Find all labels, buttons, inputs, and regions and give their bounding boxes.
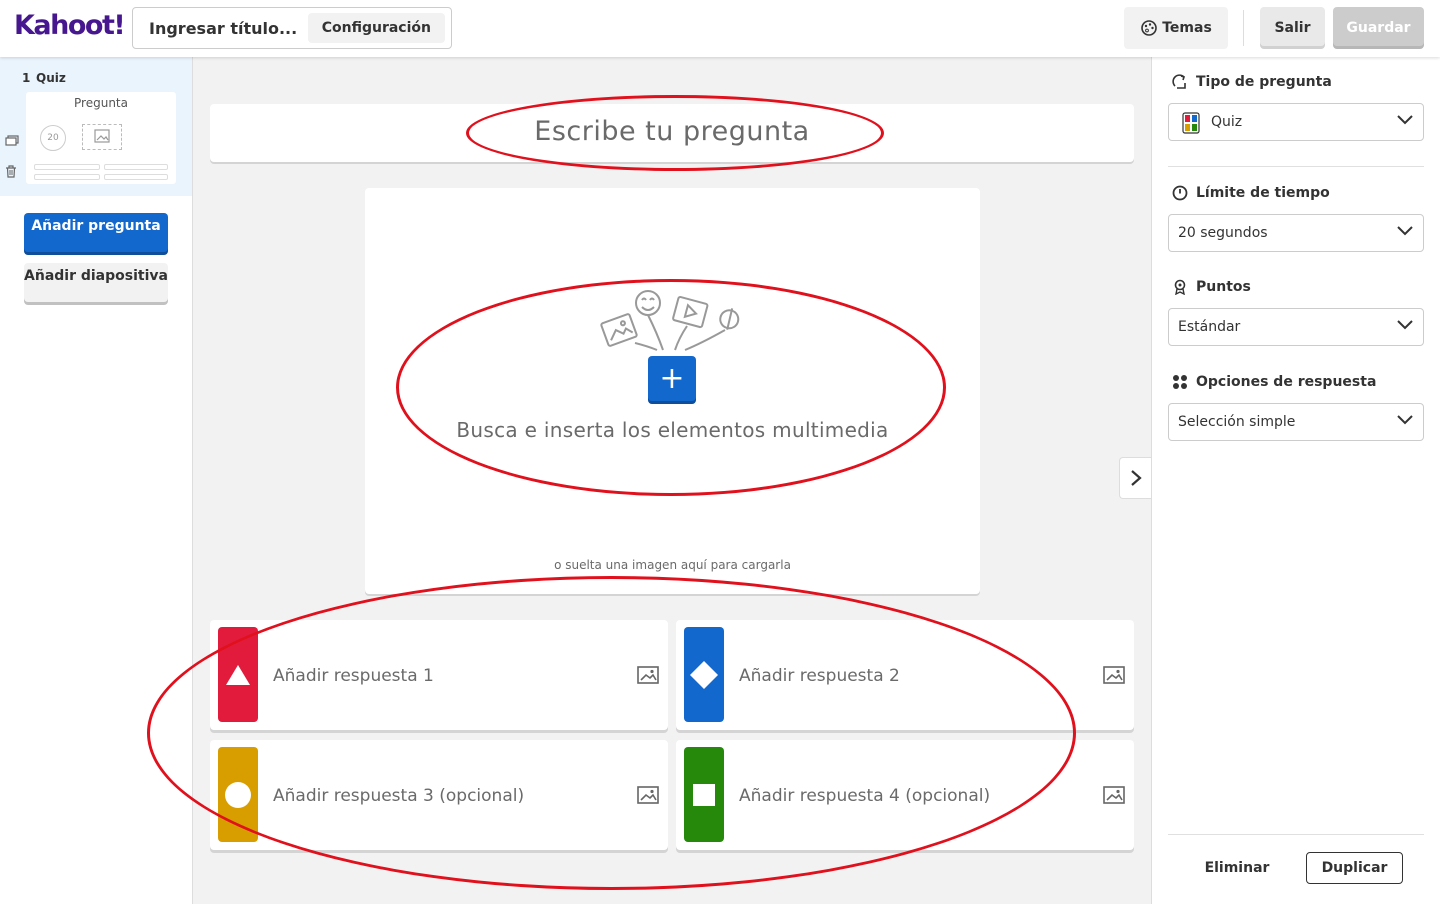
question-type-select[interactable]: Quiz [1168, 103, 1424, 141]
add-slide-button[interactable]: Añadir diapositiva [24, 263, 168, 305]
divider [1168, 834, 1424, 835]
media-illustration-icon [600, 290, 740, 351]
slide-number: 1 [22, 71, 31, 85]
chevron-right-icon [1131, 470, 1142, 486]
answer-1[interactable]: Añadir respuesta 1 [210, 620, 668, 730]
points-select[interactable]: Estándar [1168, 308, 1424, 346]
image-icon[interactable] [637, 666, 659, 684]
slides-sidebar: 1 Quiz Pregunta 20 Añadir pregunta Añadi… [0, 57, 193, 904]
chevron-down-icon [1397, 415, 1413, 425]
trash-icon[interactable] [5, 165, 17, 178]
image-icon [94, 129, 110, 143]
time-limit-value: 20 segundos [1178, 225, 1268, 241]
answer-4-color [684, 747, 724, 842]
slide-type: Quiz [36, 71, 66, 85]
image-icon[interactable] [1103, 786, 1125, 804]
slide-thumbnail[interactable]: Pregunta 20 [26, 92, 176, 184]
answer-2-placeholder[interactable]: Añadir respuesta 2 [739, 666, 900, 686]
themes-label: Temas [1162, 20, 1212, 36]
save-button[interactable]: Guardar [1333, 7, 1424, 49]
media-label: Busca e inserta los elementos multimedia [456, 418, 889, 442]
diamond-icon [684, 627, 724, 722]
thumbnail-answer [34, 174, 100, 180]
duplicate-icon[interactable] [5, 135, 19, 147]
chevron-down-icon [1397, 320, 1413, 330]
palette-icon [1141, 20, 1158, 36]
question-type-heading: Tipo de pregunta [1172, 74, 1332, 90]
divider [1243, 10, 1244, 46]
question-type-icon [1172, 74, 1186, 89]
time-limit-select[interactable]: 20 segundos [1168, 214, 1424, 252]
quiz-icon [1182, 112, 1200, 134]
duplicate-button[interactable]: Duplicar [1306, 852, 1403, 884]
answer-options-heading: Opciones de respuesta [1172, 374, 1376, 390]
slide-item[interactable]: 1 Quiz Pregunta 20 [0, 57, 192, 196]
title-placeholder[interactable]: Ingresar título... [149, 19, 297, 38]
themes-button[interactable]: Temas [1124, 7, 1228, 49]
chevron-down-icon [1397, 226, 1413, 236]
question-placeholder[interactable]: Escribe tu pregunta [210, 116, 1134, 147]
top-bar: Kahoot! Ingresar título... Configuración… [0, 0, 1440, 57]
clock-icon [1172, 185, 1188, 201]
add-question-button[interactable]: Añadir pregunta [24, 213, 168, 255]
thumbnail-title: Pregunta [74, 96, 128, 110]
grid-dots-icon [1173, 375, 1187, 389]
answer-4[interactable]: Añadir respuesta 4 (opcional) [676, 740, 1134, 850]
answer-options-value: Selección simple [1178, 414, 1296, 430]
media-dropzone[interactable]: + Busca e inserta los elementos multimed… [365, 188, 980, 594]
points-value: Estándar [1178, 319, 1241, 335]
thumbnail-answer [104, 164, 168, 170]
thumbnail-answer [104, 174, 168, 180]
square-icon [684, 747, 724, 842]
chevron-down-icon [1397, 115, 1413, 125]
divider [1168, 166, 1424, 167]
answer-2-color [684, 627, 724, 722]
thumbnail-answer [34, 164, 100, 170]
image-icon[interactable] [1103, 666, 1125, 684]
answer-4-placeholder[interactable]: Añadir respuesta 4 (opcional) [739, 786, 990, 806]
circle-icon [218, 747, 258, 842]
image-icon[interactable] [637, 786, 659, 804]
question-field[interactable]: Escribe tu pregunta [210, 104, 1134, 162]
answer-1-placeholder[interactable]: Añadir respuesta 1 [273, 666, 434, 686]
thumbnail-timer: 20 [40, 125, 66, 151]
award-icon [1174, 279, 1186, 295]
triangle-icon [218, 627, 258, 722]
answer-3-color [218, 747, 258, 842]
add-media-button[interactable]: + [648, 356, 696, 404]
answer-1-color [218, 627, 258, 722]
answer-options-select[interactable]: Selección simple [1168, 403, 1424, 441]
time-limit-heading: Límite de tiempo [1172, 185, 1330, 201]
question-type-value: Quiz [1211, 114, 1243, 130]
thumbnail-image-placeholder [82, 124, 122, 150]
collapse-panel-button[interactable] [1119, 457, 1152, 499]
media-drop-hint: o suelta una imagen aquí para cargarla [554, 558, 791, 572]
title-field[interactable]: Ingresar título... Configuración [132, 7, 452, 49]
delete-button[interactable]: Eliminar [1188, 852, 1286, 884]
kahoot-logo[interactable]: Kahoot! [14, 10, 126, 41]
answer-2[interactable]: Añadir respuesta 2 [676, 620, 1134, 730]
answer-3-placeholder[interactable]: Añadir respuesta 3 (opcional) [273, 786, 524, 806]
answer-3[interactable]: Añadir respuesta 3 (opcional) [210, 740, 668, 850]
points-heading: Puntos [1172, 279, 1251, 295]
exit-button[interactable]: Salir [1260, 7, 1325, 49]
settings-button[interactable]: Configuración [307, 13, 445, 43]
